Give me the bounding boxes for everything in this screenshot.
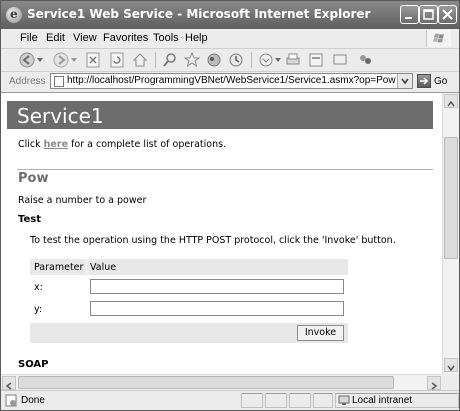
test-instructions: To test the operation using the HTTP POS… bbox=[30, 235, 396, 246]
param-y-label: y: bbox=[34, 304, 43, 315]
close-button[interactable] bbox=[438, 5, 457, 24]
intro-post: for a complete list of operations. bbox=[71, 139, 227, 150]
address-url[interactable]: http://localhost/ProgrammingVBNet/WebSer… bbox=[67, 75, 396, 86]
print-icon[interactable] bbox=[285, 52, 301, 68]
soap-heading: SOAP bbox=[18, 359, 49, 370]
operations-link[interactable]: here bbox=[44, 139, 68, 150]
discuss-icon[interactable] bbox=[332, 52, 348, 68]
service-title: Service1 bbox=[17, 104, 104, 128]
address-dropdown-button[interactable] bbox=[397, 74, 412, 88]
ie-logo-glyph: e bbox=[10, 7, 18, 21]
scroll-down-button[interactable] bbox=[444, 358, 458, 372]
media-icon[interactable] bbox=[206, 52, 222, 68]
operation-description: Raise a number to a power bbox=[18, 195, 147, 206]
operation-title: Pow bbox=[18, 171, 49, 186]
chevron-up-icon bbox=[447, 100, 455, 107]
edit-icon[interactable] bbox=[308, 52, 324, 68]
address-input[interactable]: http://localhost/ProgrammingVBNet/WebSer… bbox=[50, 73, 413, 89]
menu-edit[interactable]: Edit bbox=[46, 32, 65, 44]
table-header: Parameter Value bbox=[30, 259, 348, 275]
forward-icon[interactable] bbox=[53, 52, 69, 68]
history-icon[interactable] bbox=[228, 52, 244, 68]
scroll-up-button[interactable] bbox=[444, 94, 458, 108]
param-y-input[interactable] bbox=[90, 301, 344, 316]
vertical-scroll-thumb[interactable] bbox=[444, 137, 458, 259]
go-button[interactable]: Go bbox=[434, 76, 447, 87]
param-x-label: x: bbox=[34, 282, 43, 293]
forward-dropdown-icon[interactable] bbox=[71, 57, 77, 63]
favorites-icon[interactable] bbox=[184, 52, 200, 68]
toolbar-separator bbox=[155, 52, 156, 68]
scroll-left-button[interactable] bbox=[2, 376, 16, 390]
table-button-row: Invoke bbox=[30, 323, 348, 343]
service-banner: Service1 bbox=[7, 101, 433, 129]
param-x-input[interactable] bbox=[90, 279, 344, 294]
toolbar bbox=[1, 49, 459, 72]
minimize-button[interactable] bbox=[400, 5, 419, 24]
messenger-icon[interactable] bbox=[357, 52, 373, 68]
refresh-icon[interactable] bbox=[109, 52, 125, 68]
page-icon bbox=[54, 76, 64, 87]
page-done-icon bbox=[5, 394, 17, 407]
vertical-scrollbar[interactable] bbox=[442, 93, 459, 374]
minimize-icon bbox=[405, 17, 412, 19]
home-icon[interactable] bbox=[132, 52, 148, 68]
horizontal-scrollbar[interactable] bbox=[1, 374, 442, 390]
maximize-button[interactable] bbox=[419, 5, 438, 24]
status-text: Done bbox=[21, 395, 45, 406]
menu-favorites[interactable]: Favorites bbox=[103, 32, 148, 44]
stop-icon[interactable] bbox=[85, 52, 101, 68]
column-header-value: Value bbox=[90, 262, 117, 273]
test-heading: Test bbox=[18, 214, 42, 225]
menu-file[interactable]: File bbox=[20, 32, 38, 44]
address-label: Address bbox=[9, 76, 46, 87]
browser-window: e Service1 Web Service - Microsoft Inter… bbox=[0, 0, 460, 411]
chevron-down-icon bbox=[401, 78, 409, 85]
intranet-zone-icon bbox=[338, 395, 350, 405]
status-panel bbox=[313, 393, 333, 408]
intro-text: Click here for a complete list of operat… bbox=[18, 139, 226, 150]
windows-logo-icon bbox=[426, 30, 451, 47]
toolbar-separator bbox=[251, 52, 252, 68]
mail-dropdown-icon[interactable] bbox=[275, 57, 281, 63]
intro-pre: Click bbox=[18, 139, 41, 150]
ie-logo-icon: e bbox=[6, 7, 22, 23]
close-icon bbox=[442, 9, 453, 20]
horizontal-scroll-thumb[interactable] bbox=[18, 376, 394, 389]
window-title: Service1 Web Service - Microsoft Interne… bbox=[27, 7, 371, 21]
invoke-button[interactable]: Invoke bbox=[297, 325, 344, 341]
menu-tools[interactable]: Tools bbox=[153, 32, 179, 44]
title-bar[interactable]: e Service1 Web Service - Microsoft Inter… bbox=[1, 1, 459, 29]
search-icon[interactable] bbox=[162, 52, 178, 68]
menu-bar: File Edit View Favorites Tools Help bbox=[1, 29, 459, 49]
column-header-parameter: Parameter bbox=[34, 262, 84, 273]
status-panel bbox=[289, 393, 311, 408]
back-icon[interactable] bbox=[19, 52, 35, 68]
column-divider bbox=[86, 259, 87, 275]
menu-help[interactable]: Help bbox=[185, 32, 208, 44]
chevron-down-icon bbox=[447, 365, 455, 372]
scroll-right-button[interactable] bbox=[427, 376, 441, 390]
divider bbox=[17, 169, 433, 170]
menu-view[interactable]: View bbox=[73, 32, 97, 44]
back-dropdown-icon[interactable] bbox=[37, 57, 43, 63]
status-bar: Done Local intranet bbox=[1, 390, 459, 410]
maximize-icon bbox=[423, 9, 434, 20]
scrollbar-corner bbox=[442, 374, 459, 390]
status-panel bbox=[265, 393, 287, 408]
address-bar: Address http://localhost/ProgrammingVBNe… bbox=[1, 72, 459, 93]
security-zone: Local intranet bbox=[352, 395, 413, 406]
parameter-table: Parameter Value x: y: Invoke bbox=[30, 259, 348, 343]
mail-icon[interactable] bbox=[258, 52, 274, 68]
page-viewport: Service1 Click here for a complete list … bbox=[1, 93, 442, 374]
go-arrow-icon[interactable] bbox=[417, 74, 431, 88]
status-panel bbox=[241, 393, 263, 408]
